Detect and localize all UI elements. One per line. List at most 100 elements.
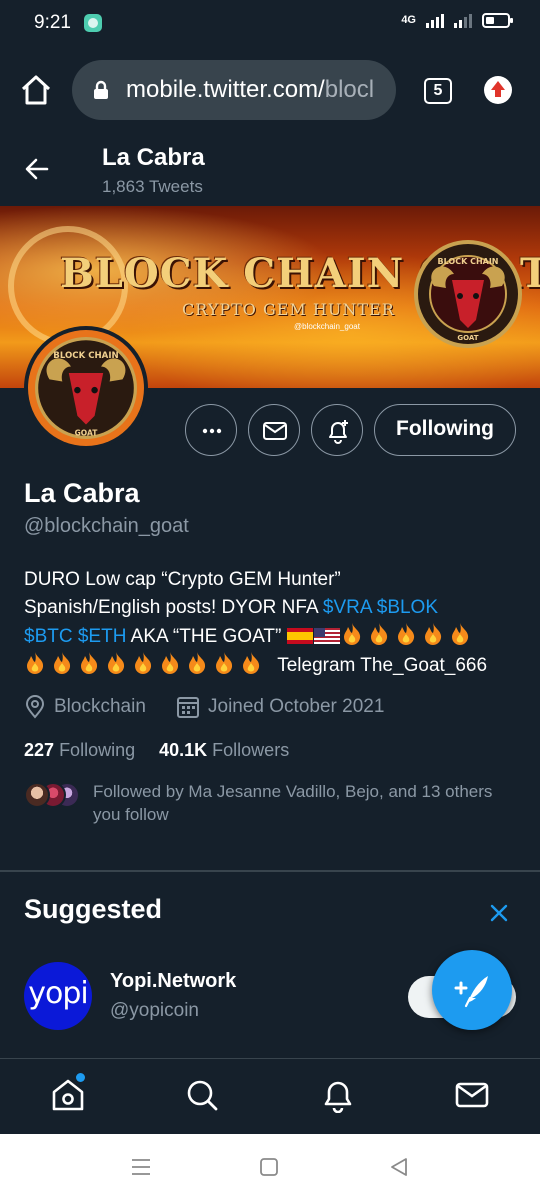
fire-icon [243, 652, 260, 674]
calendar-icon [177, 697, 199, 718]
suggested-handle: @yopicoin [110, 1000, 199, 1021]
fire-emoji-group-2 [24, 652, 267, 676]
signal-2-icon [454, 12, 472, 28]
followed-by-avatars[interactable] [24, 782, 80, 808]
cashtag-eth[interactable]: $ETH [78, 626, 127, 647]
fire-icon [27, 652, 44, 674]
home-icon [52, 1079, 84, 1111]
suggested-avatar-text: yopi [28, 976, 88, 1011]
back-triangle-icon[interactable] [388, 1156, 410, 1178]
banner-handle: @blockchain_goat [294, 322, 360, 331]
section-divider [0, 870, 540, 872]
home-icon[interactable] [18, 72, 54, 108]
profile-avatar[interactable]: BLOCK CHAIN GOAT [24, 326, 148, 450]
compose-tweet-button[interactable] [432, 950, 512, 1030]
cashtag-blok[interactable]: $BLOK [377, 597, 438, 618]
notification-app-icon [84, 14, 102, 32]
suggested-avatar[interactable]: yopi [24, 962, 92, 1030]
profile-location: Blockchain [24, 694, 146, 720]
location-icon [25, 695, 45, 719]
network-type-label: 4G [401, 14, 416, 26]
fire-emoji-group-1 [341, 623, 476, 647]
tab-home[interactable] [50, 1077, 86, 1113]
avatar [24, 782, 50, 808]
signal-icon [426, 12, 444, 28]
recent-apps-icon[interactable] [130, 1156, 152, 1178]
bottom-tab-bar [0, 1058, 540, 1134]
profile-bio: DURO Low cap “Crypto GEM Hunter” Spanish… [24, 566, 520, 680]
tab-notifications[interactable] [320, 1077, 356, 1114]
status-time: 9:21 [34, 12, 71, 33]
tab-messages[interactable] [454, 1077, 490, 1113]
profile-header: La Cabra 1,863 Tweets [0, 134, 540, 206]
logo-top-text: BLOCK CHAIN [438, 257, 499, 266]
url-text: mobile.twitter.com/blocl [126, 76, 394, 104]
update-icon[interactable] [484, 76, 512, 104]
more-icon [202, 428, 222, 434]
notifications-button[interactable] [311, 404, 363, 456]
banner-subtitle: CRYPTO GEM HUNTER [182, 300, 395, 319]
follow-stats: 227 Following 40.1K Followers [24, 740, 289, 761]
tabs-icon[interactable]: 5 [424, 78, 452, 104]
fire-icon [424, 623, 441, 645]
status-indicators: 4G [401, 12, 513, 28]
fire-icon [451, 623, 468, 645]
following-button[interactable]: Following [374, 404, 516, 456]
joined-text: Joined October 2021 [208, 696, 385, 717]
fire-icon [397, 623, 414, 645]
followers-count: 40.1K [159, 740, 208, 760]
cashtag-vra[interactable]: $VRA [323, 597, 372, 618]
mail-icon [263, 422, 287, 440]
tab-search[interactable] [184, 1077, 220, 1113]
logo-bottom-text: GOAT [457, 334, 478, 342]
followers-label: Followers [212, 740, 290, 760]
url-bar[interactable]: mobile.twitter.com/blocl [72, 60, 396, 120]
mail-icon [455, 1082, 489, 1108]
bell-icon [324, 1081, 352, 1114]
fire-icon [108, 652, 125, 674]
bio-line-2: Spanish/English posts! DYOR NFA [24, 597, 323, 618]
tweet-count: 1,863 Tweets [102, 177, 203, 196]
compose-icon [454, 976, 488, 1008]
bio-telegram: Telegram The_Goat_666 [277, 655, 488, 676]
url-main: mobile.twitter.com/ [126, 76, 325, 103]
spain-flag-icon [286, 628, 313, 644]
home-unread-dot [76, 1073, 85, 1082]
followers-stat[interactable]: 40.1K Followers [159, 740, 289, 760]
fire-icon [189, 652, 206, 674]
message-button[interactable] [248, 404, 300, 456]
fire-icon [216, 652, 233, 674]
header-name: La Cabra [102, 144, 205, 171]
home-square-icon[interactable] [258, 1156, 280, 1178]
fire-icon [162, 652, 179, 674]
fire-icon [54, 652, 71, 674]
bell-plus-icon [329, 420, 348, 444]
cashtag-btc[interactable]: $BTC [24, 626, 73, 647]
close-icon[interactable] [488, 902, 510, 924]
fire-icon [81, 652, 98, 674]
following-stat[interactable]: 227 Following [24, 740, 135, 760]
suggested-name[interactable]: Yopi.Network [110, 970, 236, 993]
fire-icon [135, 652, 152, 674]
location-text: Blockchain [54, 696, 146, 717]
following-label: Following [59, 740, 136, 760]
system-nav-bar [0, 1134, 540, 1200]
followed-by-text[interactable]: Followed by Ma Jesanne Vadillo, Bejo, an… [93, 780, 523, 826]
profile-joined: Joined October 2021 [176, 694, 384, 720]
suggested-title: Suggested [24, 894, 163, 924]
lock-icon [94, 80, 108, 99]
back-arrow-icon[interactable] [22, 154, 52, 184]
fire-icon [343, 623, 360, 645]
url-tail: blocl [324, 76, 375, 103]
avatar-logo-top-text: BLOCK CHAIN [53, 351, 118, 361]
bio-aka: AKA “THE GOAT” [126, 626, 287, 647]
user-handle: @blockchain_goat [24, 515, 189, 537]
more-options-button[interactable] [185, 404, 237, 456]
us-flag-icon [313, 628, 340, 644]
following-count: 227 [24, 740, 55, 760]
battery-icon [482, 12, 513, 28]
fire-icon [370, 623, 387, 645]
status-bar: 9:21 4G [0, 0, 540, 46]
bio-line-1: DURO Low cap “Crypto GEM Hunter” [24, 569, 341, 590]
display-name: La Cabra [24, 478, 140, 508]
